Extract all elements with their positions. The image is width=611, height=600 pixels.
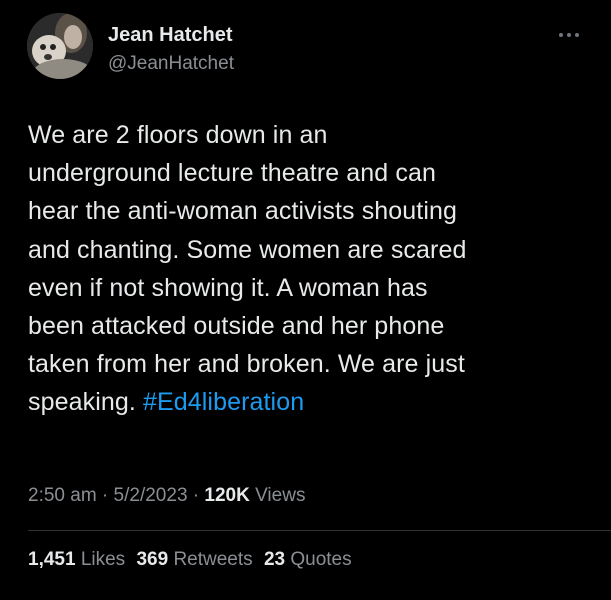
avatar[interactable]	[27, 13, 93, 79]
retweets-label: Retweets	[173, 549, 253, 570]
tweet-line: taken from her and broken. We are just	[28, 350, 465, 379]
tweet-line: and chanting. Some women are scared	[28, 235, 467, 264]
tweet-line: underground lecture theatre and can	[28, 159, 436, 188]
views-label: Views	[249, 485, 306, 506]
tweet-time[interactable]: 2:50 am	[28, 485, 97, 506]
tweet-line: hear the anti-woman activists shouting	[28, 197, 458, 226]
profile-photo-icon	[27, 13, 93, 79]
tweet-text: We are 2 floors down in an underground l…	[28, 116, 588, 422]
tweet-line: We are 2 floors down in an	[28, 121, 328, 149]
tweet-meta: 2:50 am · 5/2/2023 · 120K Views	[28, 485, 305, 507]
ellipsis-icon[interactable]	[557, 30, 581, 40]
tweet-line: been attacked outside and her phone	[28, 312, 445, 341]
display-name[interactable]: Jean Hatchet	[108, 24, 233, 47]
likes-label: Likes	[80, 549, 126, 570]
meta-separator: ·	[96, 485, 114, 506]
tweet-card: Jean Hatchet @JeanHatchet We are 2 floor…	[0, 0, 611, 600]
divider	[28, 530, 611, 531]
likes-stat[interactable]: 1,451 Likes	[28, 549, 125, 571]
tweet-date[interactable]: 5/2/2023	[114, 485, 188, 506]
user-handle[interactable]: @JeanHatchet	[108, 53, 234, 75]
retweets-count: 369	[136, 549, 169, 570]
tweet-line-last: speaking. #Ed4liberation	[28, 383, 588, 421]
tweet-line: even if not showing it. A woman has	[28, 273, 428, 302]
hashtag-link[interactable]: #Ed4liberation	[143, 388, 304, 416]
tweet-line-text: speaking.	[28, 388, 143, 417]
engagement-stats: 1,451 Likes 369 Retweets 23 Quotes	[28, 549, 358, 571]
quotes-label: Quotes	[290, 549, 352, 570]
quotes-stat[interactable]: 23 Quotes	[264, 549, 352, 571]
views-count: 120K	[204, 485, 250, 506]
meta-separator: ·	[187, 485, 205, 506]
likes-count: 1,451	[28, 549, 76, 570]
quotes-count: 23	[263, 549, 286, 570]
retweets-stat[interactable]: 369 Retweets	[136, 549, 252, 571]
